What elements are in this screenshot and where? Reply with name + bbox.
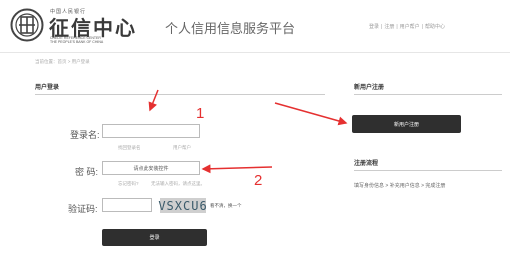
annotation-arrow-username [148, 89, 159, 112]
logo-english-line2: THE PEOPLE'S BANK OF CHINA [50, 40, 104, 44]
top-link-help[interactable]: 帮助中心 [425, 24, 445, 30]
separator: | [381, 24, 383, 30]
annotation-arrow-password [201, 164, 273, 174]
captcha-refresh-link[interactable]: 看不清，换一个 [210, 203, 242, 209]
forgot-username-link[interactable]: 找回登录名 [118, 145, 141, 151]
top-link-user-account[interactable]: 用户帮户 [400, 24, 420, 30]
annotation-label-2: 2 [254, 172, 263, 189]
flow-section-divider [354, 170, 502, 171]
top-link-login[interactable]: 登录 [369, 24, 379, 30]
login-section-title: 用户登录 [35, 85, 60, 91]
forgot-password-link[interactable]: 忘记密码? [118, 181, 139, 187]
captcha-input[interactable] [102, 198, 152, 212]
captcha-label: 验证码: [68, 204, 98, 214]
register-section-title: 新用户注册 [354, 85, 385, 91]
user-account-link[interactable]: 用户帮户 [173, 145, 191, 151]
credit-center-logo[interactable]: 中国人民银行 征信中心 CREDIT REFERENCE CENTER THE … [10, 8, 145, 44]
login-section-divider [35, 94, 325, 95]
separator: | [421, 24, 423, 30]
login-button[interactable]: 登录 [102, 229, 207, 246]
password-security-control[interactable]: 请点此安装控件 [102, 161, 200, 175]
password-help-link[interactable]: 无法输入密码，请点这里。 [151, 181, 205, 187]
username-label: 登录名: [70, 130, 100, 140]
header-divider [0, 52, 510, 53]
username-input[interactable] [102, 124, 200, 138]
site-title: 个人信用信息服务平台 [165, 21, 296, 36]
logo-emblem-icon [10, 8, 44, 42]
password-label: 密 码: [75, 167, 99, 177]
breadcrumb: 当前位置：首页 > 用户登录 [35, 59, 90, 64]
install-control-prompt[interactable]: 请点此安装控件 [103, 162, 199, 174]
captcha-image[interactable]: VSXCU6 [158, 198, 207, 213]
top-link-register[interactable]: 注册 [384, 24, 394, 30]
new-user-register-button[interactable]: 新用户注册 [352, 115, 461, 133]
annotation-label-1: 1 [196, 105, 205, 122]
register-section-divider [354, 94, 502, 95]
page-header: 中国人民银行 征信中心 CREDIT REFERENCE CENTER THE … [0, 0, 510, 50]
flow-section-title: 注册流程 [354, 161, 379, 167]
annotation-arrow-register [274, 102, 348, 126]
top-links: 登录 | 注册 | 用户帮户 | 帮助中心 [369, 23, 445, 30]
separator: | [396, 24, 398, 30]
registration-flow-steps: 填写身份信息 > 补充用户信息 > 完成注册 [354, 183, 446, 189]
